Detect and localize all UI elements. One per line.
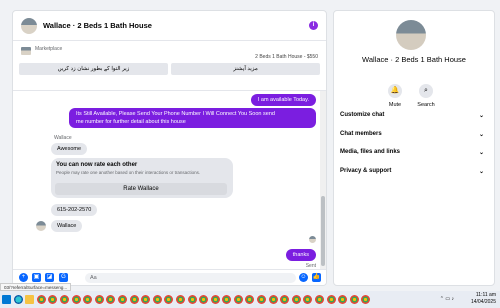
gif-icon[interactable]: G <box>59 273 68 282</box>
chrome-icon[interactable] <box>257 295 267 304</box>
chrome-icon[interactable] <box>71 295 81 304</box>
message-line: Its Still Available, Please Send Your Ph… <box>76 111 275 117</box>
chrome-icon[interactable] <box>199 295 209 304</box>
message-input[interactable]: Aa <box>85 273 296 283</box>
chat-panel: Wallace · 2 Beds 1 Bath House i Marketpl… <box>12 10 327 286</box>
chevron-down-icon: ⌄ <box>478 113 484 119</box>
info-icon[interactable]: i <box>309 21 318 30</box>
chrome-icon[interactable] <box>338 295 348 304</box>
rate-title: You can now rate each other <box>56 162 138 168</box>
profile-avatar[interactable] <box>396 20 426 50</box>
rate-card: You can now rate each other People may r… <box>51 158 233 198</box>
scrollbar[interactable] <box>320 91 326 271</box>
gallery-icon[interactable]: ▣ <box>32 273 41 282</box>
sender-avatar <box>36 221 46 231</box>
listing-thumbnail[interactable] <box>21 47 31 55</box>
message-line: me number for further detail about this … <box>76 119 186 125</box>
chevron-down-icon: ⌄ <box>478 150 484 156</box>
incoming-message[interactable]: Wallace <box>51 220 83 232</box>
incoming-message[interactable]: 615-202-2570 <box>51 204 98 216</box>
marketplace-label: Marketplace <box>35 46 63 52</box>
chrome-icon[interactable] <box>280 295 290 304</box>
clock-time: 11:11 am <box>475 292 496 298</box>
chat-title[interactable]: Wallace · 2 Beds 1 Bath House <box>43 21 309 30</box>
clock-date: 14/04/2025 <box>470 299 496 305</box>
sender-name: Wallace <box>54 135 72 141</box>
folder-icon[interactable] <box>25 295 35 304</box>
emoji-icon[interactable]: ☺ <box>299 273 308 282</box>
section-label: Media, files and links <box>340 149 401 155</box>
chrome-icon[interactable] <box>210 295 220 304</box>
section-label: Chat members <box>340 131 382 137</box>
incoming-message[interactable]: Awesome <box>51 143 88 155</box>
status-url: 03/?referralSurface=messeng... <box>0 283 72 291</box>
conversation-title: Wallace · 2 Beds 1 Bath House <box>362 55 466 64</box>
section-privacy-support[interactable]: Privacy & support ⌄ <box>340 168 484 175</box>
chrome-icon[interactable] <box>94 295 104 304</box>
chrome-icon[interactable] <box>152 295 162 304</box>
system-tray-icons[interactable]: ⌃ ▭ ♪ <box>440 296 454 302</box>
rate-button[interactable]: Rate Wallace <box>55 183 227 195</box>
message-list: I am available Today. Its Still Availabl… <box>13 91 320 271</box>
chrome-icon[interactable] <box>129 295 139 304</box>
chrome-icon[interactable] <box>326 295 336 304</box>
taskbar: ⌃ ▭ ♪ 11:11 am 14/04/2025 <box>0 291 500 308</box>
seen-avatar <box>309 236 316 243</box>
add-icon[interactable]: + <box>19 273 28 282</box>
chat-header: Wallace · 2 Beds 1 Bath House i <box>13 11 326 41</box>
section-chat-members[interactable]: Chat members ⌄ <box>340 131 484 138</box>
search-icon[interactable]: ⌕ <box>419 84 433 98</box>
conversation-info-panel: Wallace · 2 Beds 1 Bath House 🔔 Mute ⌕ S… <box>333 10 495 286</box>
chevron-down-icon: ⌄ <box>478 169 484 175</box>
mute-icon[interactable]: 🔔 <box>388 84 402 98</box>
marketplace-banner: Marketplace 2 Beds 1 Bath House - $550 ز… <box>13 41 326 91</box>
clock[interactable]: 11:11 am 14/04/2025 <box>471 292 496 306</box>
outgoing-message[interactable]: Its Still Available, Please Send Your Ph… <box>69 108 316 128</box>
search-label: Search <box>417 102 435 108</box>
chrome-icon[interactable] <box>315 295 325 304</box>
more-options-button[interactable]: مزید آپشنز <box>171 63 320 75</box>
chrome-icon[interactable] <box>268 295 278 304</box>
chrome-icon[interactable] <box>303 295 313 304</box>
chrome-icon[interactable] <box>233 295 243 304</box>
sticker-icon[interactable]: ◪ <box>45 273 54 282</box>
chrome-icon[interactable] <box>187 295 197 304</box>
section-label: Privacy & support <box>340 168 392 174</box>
rate-subtitle: People may rate one another based on the… <box>56 170 201 175</box>
section-customize-chat[interactable]: Customize chat ⌄ <box>340 112 484 119</box>
chrome-icon[interactable] <box>349 295 359 304</box>
like-icon[interactable]: 👍 <box>312 273 321 282</box>
chrome-icon[interactable] <box>59 295 69 304</box>
section-label: Customize chat <box>340 112 385 118</box>
outgoing-message[interactable]: thanks <box>285 249 316 261</box>
outgoing-message[interactable]: I am available Today. <box>250 94 316 106</box>
chrome-icon[interactable] <box>245 295 255 304</box>
mute-label: Mute <box>388 102 402 108</box>
section-media-files-links[interactable]: Media, files and links ⌄ <box>340 149 484 156</box>
scrollbar-thumb[interactable] <box>321 196 325 266</box>
chrome-icon[interactable] <box>117 295 127 304</box>
edge-icon[interactable] <box>13 295 23 304</box>
avatar[interactable] <box>21 17 37 34</box>
chrome-icon[interactable] <box>222 295 232 304</box>
chevron-down-icon: ⌄ <box>478 132 484 138</box>
chrome-icon[interactable] <box>141 295 151 304</box>
chrome-icon[interactable] <box>164 295 174 304</box>
mark-pending-button[interactable]: زیر التوا کے بطور نشان زد کریں <box>19 63 168 75</box>
chrome-icon[interactable] <box>36 295 46 304</box>
chrome-icon[interactable] <box>175 295 185 304</box>
chrome-icon[interactable] <box>361 295 371 304</box>
chrome-icon[interactable] <box>106 295 116 304</box>
listing-summary[interactable]: 2 Beds 1 Bath House - $550 <box>255 54 318 60</box>
windows-start-icon[interactable] <box>2 295 11 304</box>
chrome-icon[interactable] <box>48 295 58 304</box>
chrome-icon[interactable] <box>83 295 93 304</box>
chrome-icon[interactable] <box>291 295 301 304</box>
